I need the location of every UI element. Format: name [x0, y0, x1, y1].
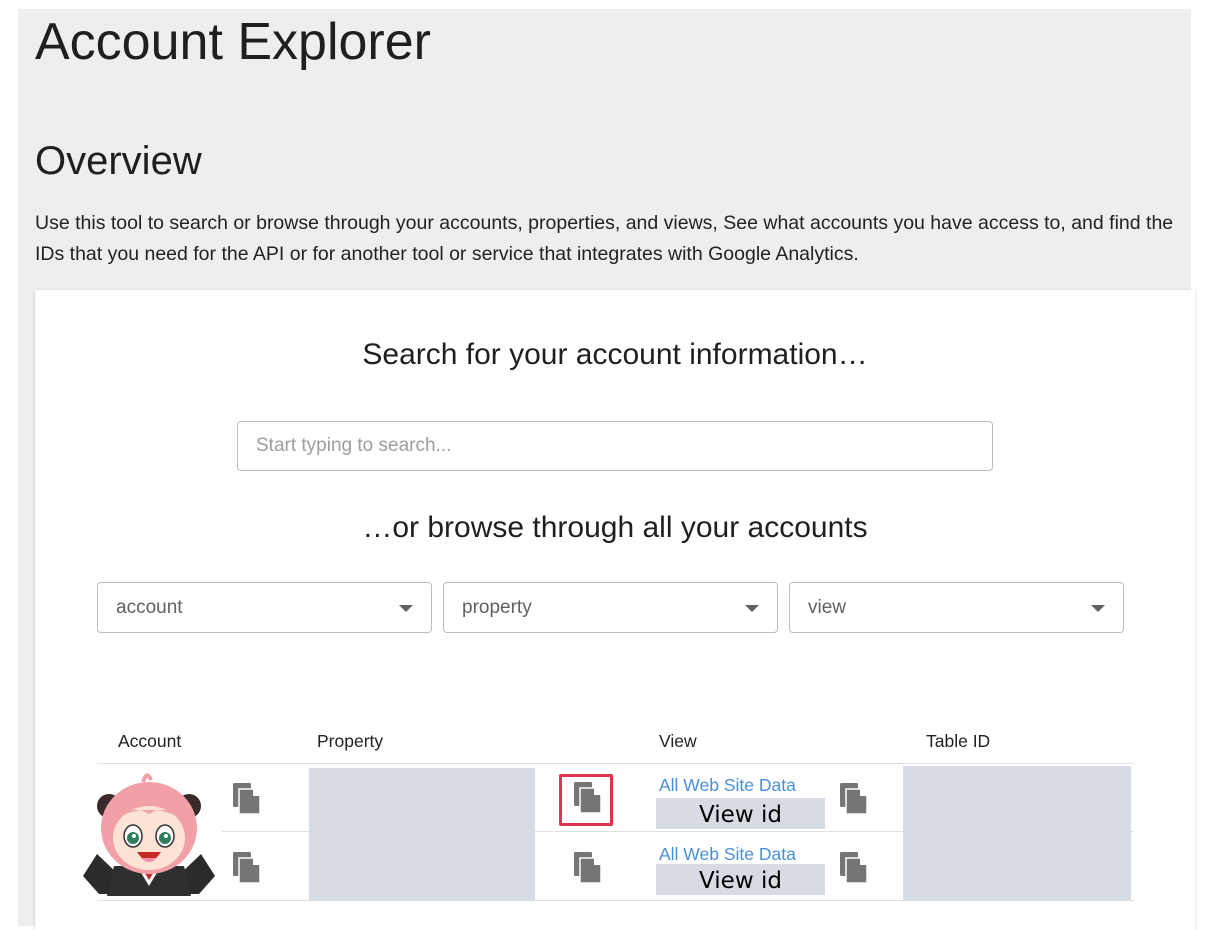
chevron-down-icon [745, 605, 759, 612]
view-link[interactable]: All Web Site Data [659, 844, 796, 865]
property-cell-redacted [309, 768, 535, 901]
view-select[interactable]: view [789, 582, 1124, 633]
copy-icon[interactable] [232, 782, 262, 816]
search-heading: Search for your account information… [362, 338, 868, 371]
table-id-cell-redacted [903, 766, 1131, 900]
view-link[interactable]: All Web Site Data [659, 775, 796, 796]
search-input[interactable] [237, 421, 993, 471]
account-select-label: account [116, 597, 183, 618]
chevron-down-icon [1091, 605, 1105, 612]
view-select-label: view [808, 597, 847, 618]
column-header-property: Property [317, 731, 384, 751]
view-id-redacted: View id [656, 798, 825, 829]
overview-text: Use this tool to search or browse throug… [35, 212, 1174, 265]
copy-icon[interactable] [839, 782, 869, 816]
column-header-account: Account [118, 731, 182, 751]
avatar [79, 766, 219, 896]
view-id-redacted: View id [656, 864, 825, 895]
table-bottom-divider [97, 900, 1134, 901]
account-select[interactable]: account [97, 582, 432, 633]
copy-icon[interactable] [232, 851, 262, 885]
copy-icon-highlight [559, 774, 613, 826]
property-select[interactable]: property [443, 582, 778, 633]
account-explorer-card: Search for your account information… …or… [35, 290, 1195, 930]
overview-heading: Overview [35, 139, 202, 183]
chevron-down-icon [399, 605, 413, 612]
copy-icon[interactable] [573, 851, 603, 885]
browse-heading: …or browse through all your accounts [362, 511, 868, 544]
copy-icon[interactable] [839, 851, 869, 885]
page-title: Account Explorer [35, 13, 431, 71]
table-header-divider [97, 763, 1134, 764]
column-header-table-id: Table ID [926, 731, 991, 751]
column-header-view: View [659, 731, 697, 751]
property-select-label: property [462, 597, 532, 618]
